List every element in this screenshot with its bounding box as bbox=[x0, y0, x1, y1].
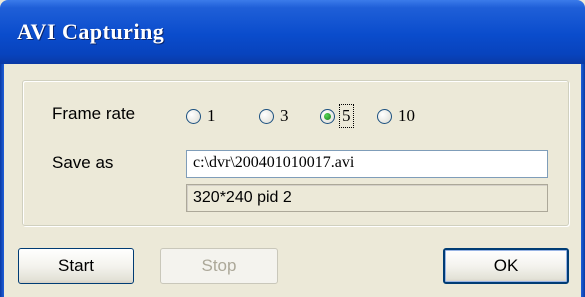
window-frame-right bbox=[581, 64, 585, 297]
save-as-label: Save as bbox=[52, 153, 114, 172]
frame-rate-option-label: 10 bbox=[398, 106, 415, 125]
window-title: AVI Capturing bbox=[17, 19, 165, 44]
frame-rate-option-10[interactable]: 10 bbox=[377, 106, 415, 126]
frame-rate-option-label: 1 bbox=[207, 106, 216, 125]
frame-rate-option-1[interactable]: 1 bbox=[186, 106, 216, 126]
frame-rate-option-label: 3 bbox=[280, 106, 289, 125]
save-as-path-input[interactable]: c:\dvr\200401010017.avi bbox=[186, 150, 548, 178]
title-bar[interactable]: AVI Capturing bbox=[0, 0, 585, 64]
frame-rate-option-3[interactable]: 3 bbox=[259, 106, 289, 126]
frame-rate-option-5[interactable]: 5 bbox=[320, 104, 354, 128]
capture-info-field: 320*240 pid 2 bbox=[186, 184, 548, 212]
frame-rate-option-label: 5 bbox=[339, 104, 354, 128]
radio-button-icon[interactable] bbox=[259, 108, 274, 124]
avi-capturing-dialog: AVI Capturing Frame rate 1 3 5 10 Save a… bbox=[0, 0, 585, 297]
frame-rate-label: Frame rate bbox=[52, 104, 136, 123]
ok-button[interactable]: OK bbox=[443, 248, 569, 284]
stop-button[interactable]: Stop bbox=[160, 248, 278, 284]
radio-button-checked-icon[interactable] bbox=[320, 108, 335, 124]
window-frame-left bbox=[0, 64, 4, 297]
radio-button-icon[interactable] bbox=[186, 108, 201, 124]
start-button[interactable]: Start bbox=[18, 248, 134, 284]
radio-button-icon[interactable] bbox=[377, 108, 392, 124]
